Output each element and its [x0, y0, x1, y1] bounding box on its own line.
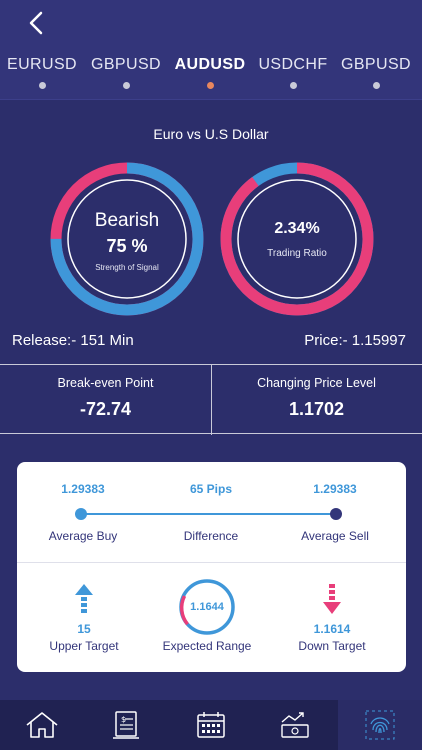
nav-fingerprint[interactable] [338, 700, 422, 750]
nav-money-chart[interactable] [253, 700, 337, 750]
tab-indicator [122, 82, 130, 89]
release-text: Release:- 151 Min [12, 332, 134, 349]
difference-label: Difference [183, 529, 239, 543]
tab-label: USDCHF [258, 56, 328, 73]
ratio-caption: Trading Ratio [267, 247, 327, 259]
ratio-gauge: 2.34% Trading Ratio [218, 160, 376, 318]
home-icon [26, 712, 58, 738]
tab-indicator [289, 82, 297, 89]
tab-indicator [206, 82, 214, 89]
tab-gbpusd-2[interactable]: GBPUSD [340, 56, 412, 96]
signal-label: Bearish [94, 210, 160, 231]
avg-sell-value: 1.29383 [313, 482, 357, 496]
tab-indicator [38, 82, 46, 89]
back-button[interactable] [22, 8, 50, 38]
tab-label: GBPUSD [341, 56, 411, 73]
signal-value: 75 % [106, 236, 148, 256]
down-target-value: 1.1614 [313, 622, 351, 636]
card-separator [17, 562, 406, 563]
chevron-left-icon [29, 11, 43, 35]
arrow-up-icon [75, 584, 93, 613]
avg-sell-label: Average Sell [301, 529, 369, 543]
pair-title: Euro vs U.S Dollar [153, 126, 269, 142]
currency-tabs: EURUSD GBPUSD AUDUSD USDCHF GBPUSD [0, 56, 422, 96]
targets-card: 1.29383 65 Pips 1.29383 Average Buy Diff… [17, 462, 406, 672]
tab-gbpusd[interactable]: GBPUSD [90, 56, 162, 96]
tab-label: EURUSD [7, 56, 77, 73]
buy-marker [75, 508, 87, 520]
expected-range-value: 1.1644 [190, 601, 224, 613]
bottom-navbar: $ [0, 700, 422, 750]
avg-buy-label: Average Buy [48, 529, 118, 543]
signal-gauge: Bearish 75 % Strength of Signal [48, 160, 206, 318]
tab-indicator [372, 82, 380, 89]
sell-marker [330, 508, 342, 520]
fingerprint-icon [365, 710, 395, 740]
break-even-stat: Break-even Point -72.74 [0, 365, 211, 435]
tab-label: AUDUSD [174, 56, 246, 73]
tab-audusd[interactable]: AUDUSD [174, 56, 246, 96]
tab-eurusd[interactable]: EURUSD [6, 56, 78, 96]
nav-home[interactable] [0, 700, 84, 750]
expected-range-ring: 1.1644 [178, 578, 236, 636]
money-chart-icon [281, 712, 309, 738]
ratio-value: 2.34% [274, 219, 320, 237]
difference-value: 65 Pips [189, 482, 233, 496]
tab-label: GBPUSD [91, 56, 161, 73]
stats-panel: Break-even Point -72.74 Changing Price L… [0, 364, 422, 435]
invoice-icon: $ [113, 711, 139, 739]
calendar-icon [197, 712, 225, 738]
nav-calendar[interactable] [169, 700, 253, 750]
price-text: Price:- 1.15997 [304, 332, 406, 349]
break-even-value: -72.74 [79, 399, 132, 419]
nav-invoice[interactable]: $ [84, 700, 168, 750]
down-target-label: Down Target [298, 639, 366, 653]
top-bar: EURUSD GBPUSD AUDUSD USDCHF GBPUSD [0, 0, 422, 100]
upper-target-label: Upper Target [49, 639, 119, 653]
signal-caption: Strength of Signal [95, 263, 159, 272]
tab-usdchf[interactable]: USDCHF [257, 56, 329, 96]
break-even-label: Break-even Point [57, 376, 154, 390]
changing-price-label: Changing Price Level [257, 376, 376, 390]
upper-target-value: 15 [77, 622, 91, 636]
changing-price-stat: Changing Price Level 1.1702 [211, 365, 422, 435]
changing-price-value: 1.1702 [288, 399, 345, 419]
arrow-down-icon [323, 584, 341, 614]
expected-range-label: Expected Range [162, 639, 252, 653]
avg-buy-value: 1.29383 [61, 482, 105, 496]
buy-sell-track [81, 513, 336, 515]
